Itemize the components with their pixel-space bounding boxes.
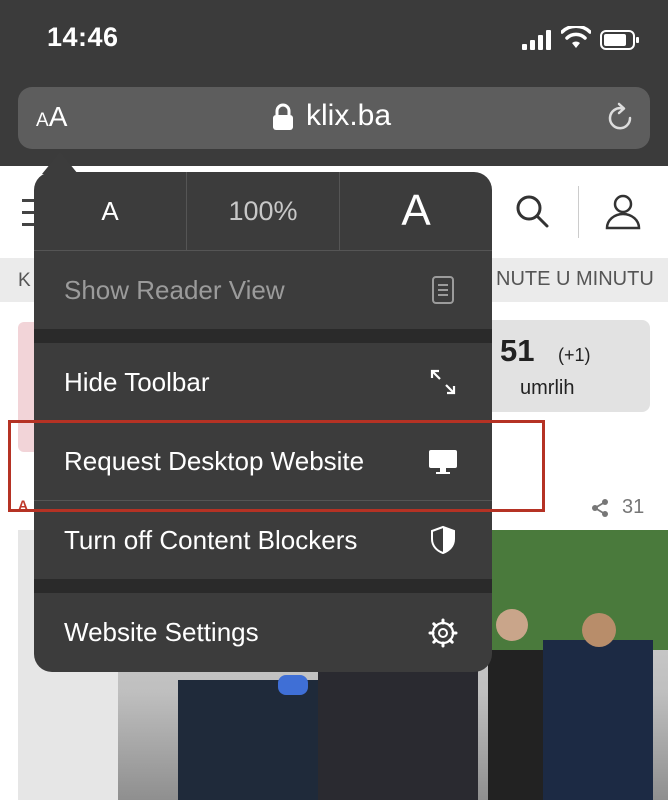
search-icon[interactable]	[514, 193, 550, 229]
show-reader-view-item[interactable]: Show Reader View	[34, 251, 492, 329]
url-text[interactable]: klix.ba	[306, 99, 391, 133]
navbar-divider	[578, 186, 579, 238]
battery-icon	[600, 30, 639, 50]
decrease-font-button[interactable]: A	[34, 172, 187, 250]
hide-toolbar-item[interactable]: Hide Toolbar	[34, 343, 492, 421]
menu-section-gap	[34, 329, 492, 343]
wifi-icon	[561, 26, 591, 48]
turn-off-content-blockers-label: Turn off Content Blockers	[64, 524, 358, 555]
reload-icon[interactable]	[604, 102, 636, 134]
resize-arrows-icon	[430, 369, 456, 395]
status-time: 14:46	[47, 22, 119, 52]
ticker-left-text: K	[18, 270, 31, 291]
stat-label: umrlih	[520, 377, 575, 399]
increase-font-button[interactable]: A	[340, 172, 492, 250]
share-icon[interactable]	[590, 498, 610, 518]
lock-icon	[273, 103, 293, 130]
zoom-level: 100%	[187, 172, 340, 250]
highlight-box	[8, 420, 545, 512]
reader-icon	[432, 276, 454, 304]
website-settings-item[interactable]: Website Settings	[34, 593, 492, 672]
gear-icon	[428, 618, 458, 647]
ticker-right-text[interactable]: NUTE U MINUTU	[496, 268, 654, 291]
stat-delta: (+1)	[558, 345, 591, 365]
user-icon[interactable]	[604, 192, 642, 230]
turn-off-content-blockers-item[interactable]: Turn off Content Blockers	[34, 501, 492, 579]
website-settings-label: Website Settings	[64, 617, 259, 647]
menu-section-gap	[34, 579, 492, 593]
cellular-signal-icon	[522, 30, 551, 50]
show-reader-view-label: Show Reader View	[64, 274, 285, 305]
share-count: 31	[622, 496, 645, 518]
stat-number: 51	[500, 333, 535, 368]
hide-toolbar-label: Hide Toolbar	[64, 366, 210, 397]
text-size-button[interactable]: AA	[36, 101, 67, 133]
font-size-row: A 100% A	[34, 172, 492, 251]
menu-caret	[42, 152, 78, 174]
shield-icon	[431, 525, 455, 555]
